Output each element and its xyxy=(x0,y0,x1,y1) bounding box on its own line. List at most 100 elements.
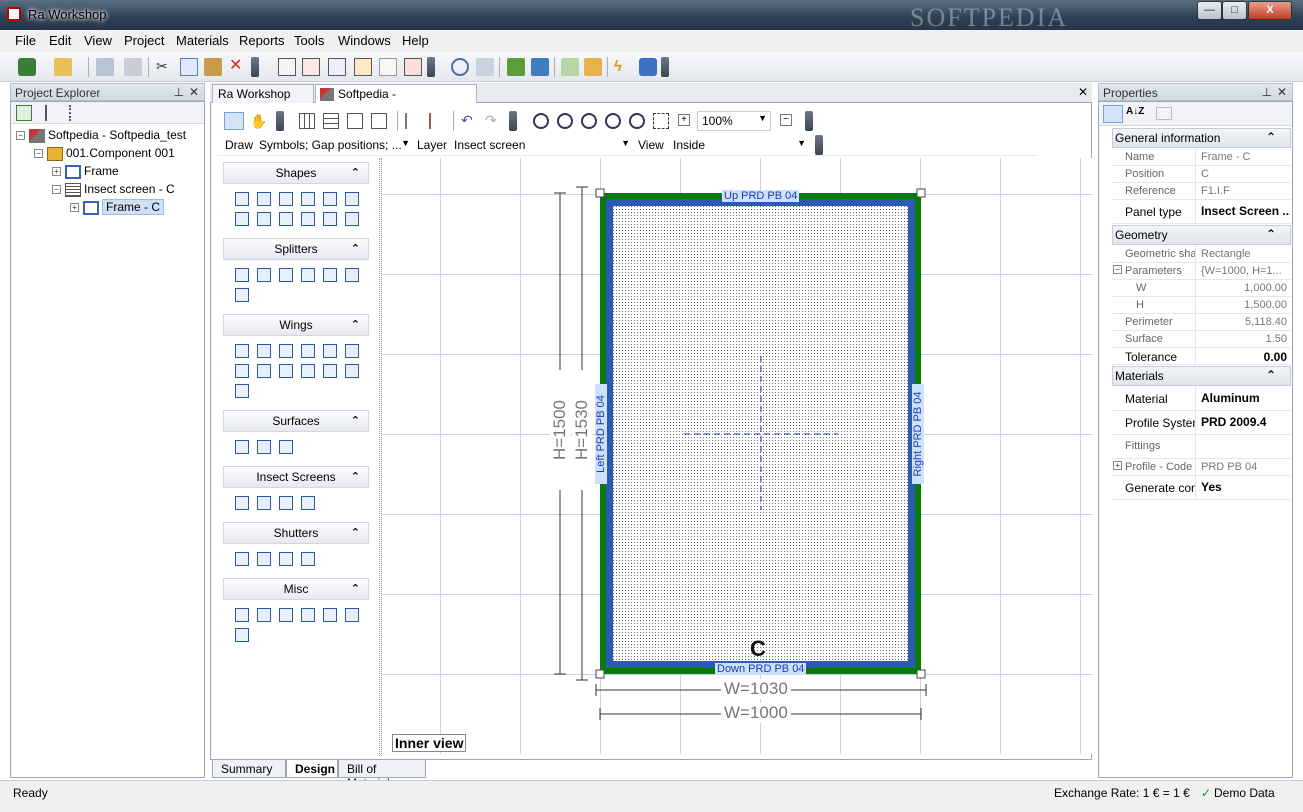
report-icon[interactable] xyxy=(584,58,602,76)
tree-item-frame-c[interactable]: + Frame - C xyxy=(70,199,164,215)
document-print-icon[interactable] xyxy=(379,58,397,76)
menu-edit[interactable]: Edit xyxy=(49,33,71,48)
close-panel-icon[interactable]: ✕ xyxy=(189,85,199,99)
grid-split-icon[interactable] xyxy=(347,113,363,129)
grid-icon[interactable] xyxy=(299,113,315,129)
property-value[interactable]: Yes xyxy=(1198,480,1290,494)
menu-materials[interactable]: Materials xyxy=(176,33,229,48)
palette-tool-icon[interactable] xyxy=(257,608,271,622)
palette-tool-icon[interactable] xyxy=(235,268,249,282)
tree-expander[interactable]: − xyxy=(34,149,43,159)
palette-tool-icon[interactable] xyxy=(301,608,315,622)
tree-expander[interactable]: − xyxy=(16,131,25,141)
property-value[interactable]: {W=1000, H=1... xyxy=(1198,265,1290,277)
handle-bottom-right[interactable] xyxy=(916,669,926,679)
tree-item-insect-screen[interactable]: − Insect screen - C xyxy=(52,182,175,197)
tab-ra-workshop-news[interactable]: Ra Workshop News xyxy=(212,84,314,115)
pin-icon[interactable]: ⊥ xyxy=(174,85,184,99)
palette-tool-icon[interactable] xyxy=(257,552,271,566)
zoom-out-icon[interactable] xyxy=(557,113,573,129)
close-button[interactable]: X xyxy=(1248,1,1292,20)
property-value[interactable]: C xyxy=(1198,168,1290,180)
menu-windows[interactable]: Windows xyxy=(338,33,391,48)
property-row[interactable]: Perimeter 5,118.40 xyxy=(1112,314,1291,331)
palette-tool-icon[interactable] xyxy=(279,440,293,454)
property-row[interactable]: Reference F1.I.F xyxy=(1112,183,1291,200)
palette-tool-icon[interactable] xyxy=(301,364,315,378)
document-copy-icon[interactable] xyxy=(328,58,346,76)
palette-tool-icon[interactable] xyxy=(345,212,359,226)
property-value[interactable]: F1.I.F xyxy=(1198,185,1290,197)
hand-icon[interactable]: ✋ xyxy=(250,113,267,129)
property-value[interactable]: Rectangle xyxy=(1198,248,1290,260)
property-value[interactable]: Frame - C xyxy=(1198,151,1290,163)
calculate-icon[interactable] xyxy=(451,58,469,76)
open-icon[interactable] xyxy=(54,58,72,76)
handle-top-left[interactable] xyxy=(595,188,605,198)
minimize-button[interactable]: — xyxy=(1197,1,1222,20)
property-row[interactable]: H 1,500.00 xyxy=(1112,297,1291,314)
redo-icon[interactable]: ↷ xyxy=(485,112,501,128)
collapse-icon[interactable]: ⌃ xyxy=(1266,368,1276,382)
property-row[interactable]: W 1,000.00 xyxy=(1112,280,1291,297)
collapse-icon[interactable]: ⌃ xyxy=(351,467,360,487)
tab-design[interactable]: Design xyxy=(286,760,338,778)
property-value[interactable]: PRD PB 04 xyxy=(1198,461,1290,473)
collapse-icon[interactable]: ⌃ xyxy=(351,523,360,543)
collapse-icon[interactable]: ⌃ xyxy=(351,411,360,431)
tree-view-icon[interactable] xyxy=(69,105,85,121)
palette-tool-icon[interactable] xyxy=(257,496,271,510)
document-settings-icon[interactable] xyxy=(354,58,372,76)
tab-bill-of-material[interactable]: Bill of Material xyxy=(338,760,426,790)
palette-tool-icon[interactable] xyxy=(235,440,249,454)
add-component-icon[interactable] xyxy=(507,58,525,76)
section-materials[interactable]: Materials ⌃ xyxy=(1112,366,1291,386)
palette-tool-icon[interactable] xyxy=(279,496,293,510)
property-row[interactable]: Fittings xyxy=(1112,435,1291,459)
paste-icon[interactable] xyxy=(204,58,222,76)
collapse-icon[interactable]: ⌃ xyxy=(351,315,360,335)
palette-tool-icon[interactable] xyxy=(301,212,315,226)
property-value[interactable]: 1.50 xyxy=(1198,333,1290,345)
document-icon[interactable] xyxy=(278,58,296,76)
palette-tool-icon[interactable] xyxy=(235,364,249,378)
palette-tool-icon[interactable] xyxy=(235,288,249,302)
palette-tool-icon[interactable] xyxy=(323,344,337,358)
palette-tool-icon[interactable] xyxy=(235,628,249,642)
settings-icon[interactable] xyxy=(639,58,657,76)
collapse-icon[interactable]: ⌃ xyxy=(351,579,360,599)
section-general-information[interactable]: General information ⌃ xyxy=(1112,128,1291,148)
palette-tool-icon[interactable] xyxy=(235,212,249,226)
list-view-icon[interactable] xyxy=(45,105,61,121)
property-expander-icon[interactable]: + xyxy=(1113,461,1122,470)
palette-tool-icon[interactable] xyxy=(345,344,359,358)
copy-icon[interactable] xyxy=(180,58,198,76)
save-all-icon[interactable] xyxy=(124,58,142,76)
property-value[interactable]: PRD 2009.4 xyxy=(1198,415,1290,429)
collapse-icon[interactable]: ⌃ xyxy=(1266,227,1276,241)
component-icon[interactable] xyxy=(531,58,549,76)
palette-header[interactable]: Wings ⌃ xyxy=(223,314,369,336)
property-value[interactable]: 1,500.00 xyxy=(1198,299,1290,311)
alphabetical-sort-icon[interactable]: A↓Z xyxy=(1126,106,1150,122)
lightning-icon[interactable]: ϟ xyxy=(614,58,632,76)
palette-tool-icon[interactable] xyxy=(235,384,249,398)
menu-help[interactable]: Help xyxy=(402,33,429,48)
check-icon[interactable] xyxy=(476,58,494,76)
palette-tool-icon[interactable] xyxy=(345,364,359,378)
drawing-canvas[interactable]: Up PRD PB 04 Down PRD PB 04 Left PRD PB … xyxy=(382,158,1092,754)
palette-header[interactable]: Misc ⌃ xyxy=(223,578,369,600)
property-row[interactable]: Position C xyxy=(1112,166,1291,183)
view-select[interactable]: Inside ▼ xyxy=(671,135,808,154)
menu-tools[interactable]: Tools xyxy=(294,33,324,48)
palette-tool-icon[interactable] xyxy=(257,364,271,378)
palette-tool-icon[interactable] xyxy=(323,608,337,622)
property-value[interactable]: 0.00 xyxy=(1198,350,1290,364)
tree-item-project[interactable]: − Softpedia - Softpedia_test xyxy=(16,128,186,143)
palette-tool-icon[interactable] xyxy=(257,344,271,358)
property-pages-icon[interactable] xyxy=(1156,107,1172,120)
tab-softpedia-test[interactable]: Softpedia - Softpedia_test* xyxy=(315,84,477,115)
tree-expander[interactable]: − xyxy=(52,185,61,195)
cut-icon[interactable]: ✂ xyxy=(156,58,174,76)
menu-file[interactable]: File xyxy=(15,33,36,48)
